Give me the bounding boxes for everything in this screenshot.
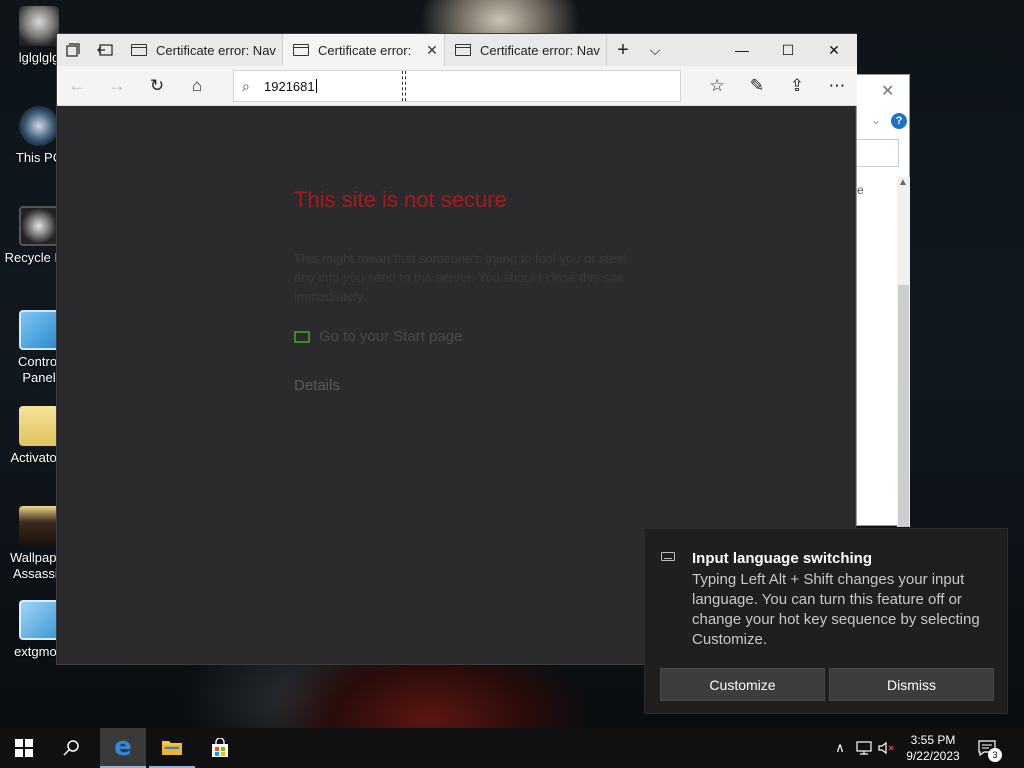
keyboard-icon bbox=[661, 552, 675, 561]
forward-icon[interactable]: → bbox=[105, 74, 129, 98]
details-link[interactable]: Details bbox=[294, 377, 340, 394]
this-pc-icon bbox=[19, 106, 59, 146]
scrollbar-thumb[interactable] bbox=[898, 285, 909, 527]
tab-3[interactable]: Certificate error: Nav bbox=[445, 34, 607, 66]
chevron-down-icon[interactable]: ⌵ bbox=[639, 34, 671, 66]
scroll-up-icon[interactable]: ▲ bbox=[898, 177, 908, 188]
favorites-icon[interactable]: ☆ bbox=[705, 74, 729, 98]
address-input[interactable]: 1921681 bbox=[264, 79, 317, 94]
toast-body: Typing Left Alt + Shift changes your inp… bbox=[692, 571, 980, 648]
assassin-icon bbox=[19, 6, 59, 46]
set-aside-tabs-icon[interactable] bbox=[89, 34, 121, 66]
search-icon: ⌕ bbox=[242, 78, 250, 94]
start-button[interactable] bbox=[0, 728, 48, 768]
start-page-link[interactable]: Go to your Start page bbox=[294, 328, 462, 345]
drag-cursor-icon bbox=[402, 71, 406, 101]
share-icon[interactable]: ⇪ bbox=[785, 74, 809, 98]
customize-button[interactable]: Customize bbox=[660, 668, 825, 701]
taskbar-edge[interactable]: e bbox=[100, 728, 146, 768]
address-bar[interactable]: ⌕ 1921681 bbox=[233, 70, 681, 102]
scrollbar[interactable]: ▲ bbox=[897, 177, 910, 527]
taskbar-file-explorer[interactable] bbox=[149, 728, 195, 768]
home-icon[interactable]: ⌂ bbox=[185, 74, 209, 98]
search-button[interactable] bbox=[48, 728, 96, 768]
dismiss-button[interactable]: Dismiss bbox=[829, 668, 994, 701]
new-tab-icon[interactable]: + bbox=[607, 34, 639, 66]
edge-icon: e bbox=[114, 732, 132, 762]
recycle-bin-icon bbox=[19, 206, 59, 246]
page-icon bbox=[293, 44, 309, 56]
close-window-icon[interactable]: ✕ bbox=[811, 34, 857, 66]
notification-toast: Input language switching Typing Left Alt… bbox=[644, 528, 1008, 714]
maximize-icon[interactable]: ☐ bbox=[765, 34, 811, 66]
folder-icon bbox=[162, 741, 182, 755]
store-icon bbox=[212, 738, 228, 757]
network-icon[interactable] bbox=[852, 728, 876, 768]
back-icon[interactable]: ← bbox=[65, 74, 89, 98]
tab-bar: Certificate error: Nav Certificate error… bbox=[57, 34, 857, 66]
extgmod-icon bbox=[19, 600, 59, 640]
navigation-bar: ← → ↻ ⌂ ⌕ 1921681 ☆ ✎ ⇪ ⋯ bbox=[57, 66, 857, 106]
refresh-icon[interactable]: ↻ bbox=[145, 74, 169, 98]
minimize-icon[interactable]: — bbox=[719, 34, 765, 66]
toast-title: Input language switching bbox=[692, 550, 872, 567]
close-icon[interactable]: ✕ bbox=[881, 81, 894, 101]
volume-muted-icon[interactable] bbox=[876, 728, 898, 768]
background-window[interactable]: ✕ ⌄ ? e ▲ bbox=[856, 74, 910, 527]
window-controls: — ☐ ✕ bbox=[719, 34, 857, 66]
tab-2-active[interactable]: Certificate error: ✕ bbox=[283, 34, 445, 66]
folder-image-icon bbox=[19, 506, 59, 546]
search-field[interactable] bbox=[857, 139, 899, 167]
more-icon[interactable]: ⋯ bbox=[825, 74, 849, 98]
search-icon bbox=[63, 740, 79, 756]
windows-logo-icon bbox=[15, 739, 33, 757]
page-icon bbox=[455, 44, 471, 56]
text-fragment: e bbox=[857, 183, 864, 197]
start-page-icon bbox=[294, 330, 310, 343]
chevron-down-icon[interactable]: ⌄ bbox=[871, 113, 881, 127]
notification-count-badge: 3 bbox=[988, 748, 1002, 762]
control-panel-icon bbox=[19, 310, 59, 350]
system-clock[interactable]: 3:55 PM 9/22/2023 bbox=[898, 732, 968, 764]
chevron-up-icon[interactable]: ∧ bbox=[830, 728, 850, 768]
error-title: This site is not secure bbox=[294, 187, 507, 212]
taskbar-store[interactable] bbox=[197, 728, 243, 768]
tab-preview-icon[interactable] bbox=[57, 34, 89, 66]
error-description: This might mean that someone's trying to… bbox=[294, 251, 627, 304]
tab-1[interactable]: Certificate error: Nav bbox=[121, 34, 283, 66]
page-icon bbox=[131, 44, 147, 56]
close-tab-icon[interactable]: ✕ bbox=[420, 42, 444, 59]
folder-icon bbox=[19, 406, 59, 446]
taskbar: e ∧ 3:55 PM 9/22/2023 3 bbox=[0, 728, 1024, 768]
help-icon[interactable]: ? bbox=[891, 113, 907, 129]
notes-pen-icon[interactable]: ✎ bbox=[745, 74, 769, 98]
